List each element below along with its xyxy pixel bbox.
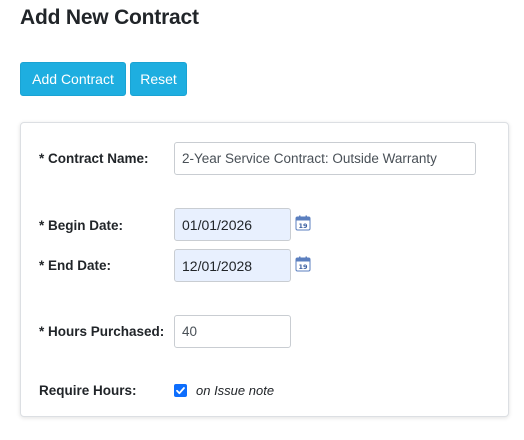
- calendar-icon-day: 19: [298, 263, 308, 271]
- add-contract-button[interactable]: Add Contract: [20, 62, 126, 96]
- require-hours-label: Require Hours:: [39, 383, 137, 398]
- calendar-icon-day: 19: [298, 222, 308, 230]
- require-hours-checkbox[interactable]: [174, 384, 187, 397]
- calendar-icon[interactable]: 19: [295, 256, 311, 272]
- begin-date-label: * Begin Date:: [39, 218, 124, 233]
- contract-name-label: * Contract Name:: [39, 151, 149, 166]
- hours-purchased-input[interactable]: [174, 315, 291, 348]
- contract-name-input[interactable]: [174, 142, 476, 175]
- hours-purchased-label: * Hours Purchased:: [39, 324, 165, 339]
- page-title: Add New Contract: [20, 6, 199, 29]
- reset-button[interactable]: Reset: [130, 62, 187, 96]
- toolbar: Add Contract Reset: [20, 62, 187, 96]
- checkmark-icon: [176, 387, 185, 395]
- calendar-icon[interactable]: 19: [295, 215, 311, 231]
- require-hours-note: on Issue note: [196, 383, 275, 398]
- contract-form-card: * Contract Name: * Begin Date: 19 * End …: [20, 122, 509, 417]
- begin-date-input[interactable]: [174, 208, 291, 241]
- end-date-label: * End Date:: [39, 258, 112, 273]
- end-date-input[interactable]: [174, 249, 291, 282]
